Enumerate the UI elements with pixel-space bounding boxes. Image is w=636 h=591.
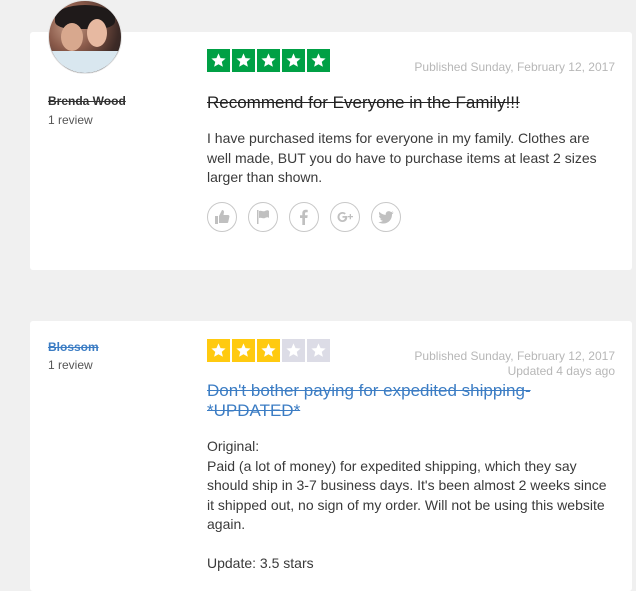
review-card: Blossom 1 review Published Sunday, Febru… [30, 321, 632, 591]
star-rating [207, 339, 330, 362]
filled-star-icon [207, 339, 230, 362]
filled-star-icon [207, 49, 230, 72]
filled-star-icon [257, 339, 280, 362]
filled-star-icon [232, 339, 255, 362]
empty-star-icon [282, 339, 305, 362]
filled-star-icon [282, 49, 305, 72]
facebook-icon[interactable] [289, 202, 319, 232]
reviewer-name[interactable]: Brenda Wood [48, 94, 126, 108]
filled-star-icon [232, 49, 255, 72]
reviewer-review-count: 1 review [48, 358, 93, 372]
review-title: Recommend for Everyone in the Family!!! [207, 93, 520, 112]
reviewer-review-count: 1 review [48, 113, 93, 127]
google-plus-icon[interactable] [330, 202, 360, 232]
review-title[interactable]: Don't bother paying for expedited shippi… [207, 381, 577, 421]
twitter-icon[interactable] [371, 202, 401, 232]
star-rating [207, 49, 330, 72]
published-date: Published Sunday, February 12, 2017 [414, 60, 615, 74]
filled-star-icon [257, 49, 280, 72]
updated-date: Updated 4 days ago [507, 364, 615, 378]
review-actions [207, 202, 401, 232]
like-icon[interactable] [207, 202, 237, 232]
review-body: I have purchased items for everyone in m… [207, 130, 597, 185]
reviewer-avatar[interactable] [48, 0, 122, 74]
empty-star-icon [307, 339, 330, 362]
filled-star-icon [307, 49, 330, 72]
review-body: Original: Paid (a lot of money) for expe… [207, 438, 607, 571]
flag-icon[interactable] [248, 202, 278, 232]
reviewer-name[interactable]: Blossom [48, 340, 99, 354]
published-date: Published Sunday, February 12, 2017 [414, 349, 615, 363]
